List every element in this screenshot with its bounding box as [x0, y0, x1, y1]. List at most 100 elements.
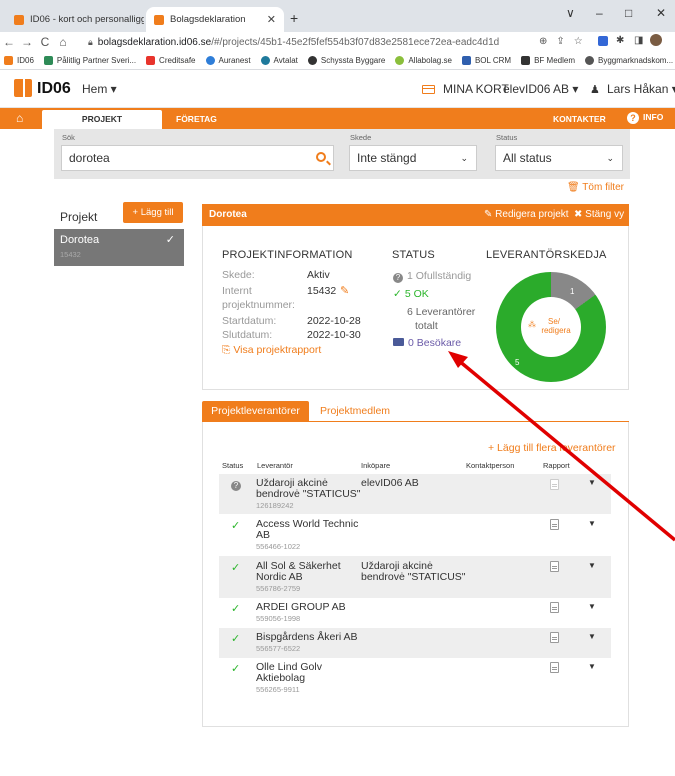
search-input[interactable]: dorotea — [61, 145, 334, 171]
maximize-button[interactable]: □ — [625, 6, 632, 20]
status-icon: ? — [231, 478, 245, 491]
table-row[interactable]: ✓ ARDEI GROUP AB 559056-1998 ▼ — [219, 598, 611, 628]
col-buyer: Inköpare — [361, 461, 391, 470]
forward-icon[interactable]: → — [18, 35, 36, 49]
supplier-name[interactable]: Bispgårdens Åkeri AB 556577-6522 — [256, 632, 358, 654]
project-title: Dorotea — [209, 209, 247, 220]
browser-tab-bolagsdeklaration[interactable]: Bolagsdeklaration ✕ — [146, 7, 284, 32]
minimize-button[interactable]: – — [596, 6, 603, 20]
company-selector[interactable]: elevID06 AB ▾ — [503, 82, 578, 96]
bookmark-allabolag[interactable]: Allabolag.se — [395, 56, 452, 65]
row-dropdown-icon[interactable]: ▼ — [588, 478, 596, 487]
info-link[interactable]: ? INFO — [627, 112, 663, 124]
add-project-button[interactable]: + Lägg till — [123, 202, 183, 223]
row-dropdown-icon[interactable]: ▼ — [588, 561, 596, 570]
home-menu[interactable]: Hem ▾ — [82, 82, 117, 96]
my-cards-link[interactable]: MINA KORT — [422, 82, 509, 96]
bookmark-bol-crm[interactable]: BOL CRM — [461, 56, 511, 65]
table-row[interactable]: ✓ Access World Technic AB 556466-1022 ▼ — [219, 514, 611, 556]
report-document-icon[interactable] — [550, 662, 559, 673]
supplier-name[interactable]: Olle Lind Golv Aktiebolag 556265-9911 — [256, 662, 322, 695]
status-value: All status — [503, 151, 552, 165]
pencil-icon[interactable]: ✎ — [340, 284, 349, 297]
row-dropdown-icon[interactable]: ▼ — [588, 662, 596, 671]
donut-label-gray: 1 — [570, 287, 575, 296]
project-info-heading: PROJEKTINFORMATION — [222, 249, 353, 261]
home-browser-icon[interactable]: ⌂ — [54, 35, 72, 49]
add-more-suppliers-link[interactable]: + Lägg till flera leverantörer — [488, 442, 616, 454]
bookmarks-bar: ID06 Pålitlig Partner Sveri... Creditsaf… — [0, 52, 675, 70]
browser-tab-title: ID06 - kort och personalliggare fö — [30, 14, 144, 25]
tab-foretag[interactable]: FÖRETAG — [176, 114, 217, 124]
table-row[interactable]: ? Uždaroji akcinė bendrovė "STATICUS" 1261… — [219, 474, 611, 514]
report-document-icon[interactable] — [550, 561, 559, 572]
table-row[interactable]: ✓ Olle Lind Golv Aktiebolag 556265-9911 ▼ — [219, 658, 611, 700]
supplier-name[interactable]: All Sol & Säkerhet Nordic AB 556786-2759 — [256, 561, 341, 594]
tab-projekt[interactable]: PROJEKT — [42, 110, 162, 129]
report-document-icon[interactable] — [550, 519, 559, 530]
bookmark-palitlig-partner[interactable]: Pålitlig Partner Sveri... — [43, 56, 136, 65]
report-document-icon[interactable] — [550, 479, 559, 490]
url-path: /#/projects/45b1-45e2f5fef554b3f07d83e25… — [211, 36, 500, 48]
donut-label-green: 5 — [515, 358, 520, 367]
bookmark-byggmarknadskom[interactable]: Byggmarknadskom... — [585, 56, 673, 65]
browser-toolbar-icons[interactable]: ⊕⇪☆ — [539, 36, 592, 47]
row-dropdown-icon[interactable]: ▼ — [588, 632, 596, 641]
supplier-name[interactable]: Access World Technic AB 556466-1022 — [256, 519, 358, 552]
donut-edit-link[interactable]: ⁂ Se/ redigera — [526, 317, 576, 335]
supplier-name[interactable]: ARDEI GROUP AB 559056-1998 — [256, 602, 346, 624]
table-row[interactable]: ✓ Bispgårdens Åkeri AB 556577-6522 ▼ — [219, 628, 611, 658]
visitors-link[interactable]: 0 Besökare — [393, 337, 461, 349]
check-icon: ✓ — [165, 234, 175, 246]
project-list-item[interactable]: Dorotea 15432 ✓ — [54, 229, 184, 266]
internal-number-value: 15432 — [307, 285, 337, 297]
tab-project-members[interactable]: Projektmedlem — [320, 405, 390, 417]
contacts-link[interactable]: KONTAKTER — [553, 114, 606, 124]
bookmark-avtalat[interactable]: Avtalat — [260, 56, 298, 65]
user-menu[interactable]: ♟ Lars Håkan ▾ — [590, 82, 675, 96]
help-icon: ? — [627, 112, 639, 124]
edit-project-button[interactable]: ✎ Redigera projekt — [484, 209, 569, 220]
back-icon[interactable]: ← — [0, 35, 18, 49]
close-view-button[interactable]: ✖ Stäng vy — [574, 209, 624, 220]
internal-number-label-2: projektnummer: — [222, 299, 295, 311]
row-dropdown-icon[interactable]: ▼ — [588, 519, 596, 528]
report-document-icon[interactable] — [550, 632, 559, 643]
bookmark-schyssta-byggare[interactable]: Schyssta Byggare — [307, 56, 385, 65]
supplier-name[interactable]: Uždaroji akcinė bendrovė "STATICUS" 126189… — [256, 478, 361, 511]
stage-field-label: Skede: — [222, 269, 255, 281]
bookmark-favicon-icon — [521, 56, 531, 65]
new-tab-button[interactable]: + — [290, 10, 298, 26]
bookmark-favicon-icon — [4, 56, 13, 65]
app-logo-text[interactable]: ID06 — [37, 80, 71, 98]
url-field[interactable]: 🔒︎ bolagsdeklaration.id06.se /#/projects… — [88, 34, 518, 50]
browser-tab-id06[interactable]: ID06 - kort och personalliggare fö ✕ — [6, 7, 144, 32]
tab-project-suppliers[interactable]: Projektleverantörer — [202, 401, 309, 422]
home-icon[interactable]: ⌂ — [16, 111, 23, 125]
report-document-icon[interactable] — [550, 602, 559, 613]
clear-filter-link[interactable]: 🗑 Töm filter — [567, 182, 624, 193]
internal-number-label: Internt — [222, 285, 252, 297]
row-dropdown-icon[interactable]: ▼ — [588, 602, 596, 611]
tab-search-button[interactable]: ∨ — [566, 6, 575, 20]
extensions-puzzle-icon[interactable]: ✱ — [616, 35, 624, 46]
pdf-icon: ⎘ — [222, 344, 231, 356]
bookmark-id06[interactable]: ID06 — [4, 56, 34, 65]
close-tab-icon[interactable]: ✕ — [261, 13, 276, 26]
table-row[interactable]: ✓ All Sol & Säkerhet Nordic AB 556786-2759… — [219, 556, 611, 598]
bookmark-auranest[interactable]: Auranest — [205, 56, 251, 65]
bookmark-bf-medlem[interactable]: BF Medlem — [521, 56, 575, 65]
reload-icon[interactable]: C — [36, 35, 54, 49]
project-report-link[interactable]: ⎘ Visa projektrapport — [222, 344, 321, 357]
search-value: dorotea — [69, 151, 110, 165]
extension-icon[interactable] — [598, 36, 608, 46]
search-icon[interactable] — [316, 152, 326, 162]
close-window-button[interactable]: ✕ — [656, 6, 666, 20]
status-select[interactable]: All status ⌄ — [495, 145, 623, 171]
sitemap-icon: ⁂ — [528, 320, 536, 329]
side-panel-icon[interactable]: ◨ — [634, 35, 643, 46]
browser-tab-title: Bolagsdeklaration — [170, 14, 246, 25]
stage-select[interactable]: Inte stängd ⌄ — [349, 145, 477, 171]
profile-avatar[interactable] — [650, 34, 662, 46]
bookmark-creditsafe[interactable]: Creditsafe — [146, 56, 196, 65]
